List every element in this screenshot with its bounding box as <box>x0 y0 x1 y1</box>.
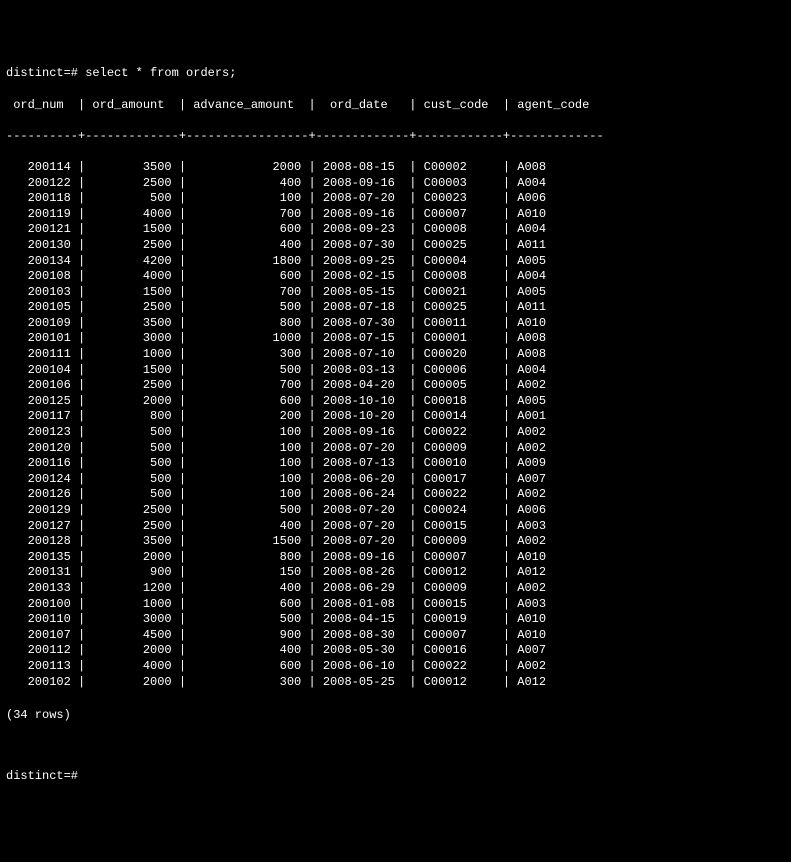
table-row: 200122 | 2500 | 400 | 2008-09-16 | C0000… <box>6 176 785 192</box>
table-row: 200124 | 500 | 100 | 2008-06-20 | C00017… <box>6 472 785 488</box>
table-row: 200110 | 3000 | 500 | 2008-04-15 | C0001… <box>6 612 785 628</box>
blank-line <box>6 739 785 753</box>
table-row: 200129 | 2500 | 500 | 2008-07-20 | C0002… <box>6 503 785 519</box>
table-row: 200119 | 4000 | 700 | 2008-09-16 | C0000… <box>6 207 785 223</box>
table-row: 200112 | 2000 | 400 | 2008-05-30 | C0001… <box>6 643 785 659</box>
table-row: 200100 | 1000 | 600 | 2008-01-08 | C0001… <box>6 597 785 613</box>
table-row: 200125 | 2000 | 600 | 2008-10-10 | C0001… <box>6 394 785 410</box>
table-row: 200104 | 1500 | 500 | 2008-03-13 | C0000… <box>6 363 785 379</box>
table-row: 200118 | 500 | 100 | 2008-07-20 | C00023… <box>6 191 785 207</box>
table-row: 200105 | 2500 | 500 | 2008-07-18 | C0002… <box>6 300 785 316</box>
table-row: 200121 | 1500 | 600 | 2008-09-23 | C0000… <box>6 222 785 238</box>
row-count: (34 rows) <box>6 708 785 724</box>
table-row: 200133 | 1200 | 400 | 2008-06-29 | C0000… <box>6 581 785 597</box>
table-row: 200123 | 500 | 100 | 2008-09-16 | C00022… <box>6 425 785 441</box>
table-separator-row: ----------+-------------+---------------… <box>6 129 785 145</box>
table-row: 200120 | 500 | 100 | 2008-07-20 | C00009… <box>6 441 785 457</box>
table-row: 200117 | 800 | 200 | 2008-10-20 | C00014… <box>6 409 785 425</box>
table-row: 200102 | 2000 | 300 | 2008-05-25 | C0001… <box>6 675 785 691</box>
table-row: 200126 | 500 | 100 | 2008-06-24 | C00022… <box>6 487 785 503</box>
table-row: 200101 | 3000 | 1000 | 2008-07-15 | C000… <box>6 331 785 347</box>
sql-prompt-ready[interactable]: distinct=# <box>6 769 785 785</box>
table-row: 200134 | 4200 | 1800 | 2008-09-25 | C000… <box>6 254 785 270</box>
sql-query: select * from orders; <box>85 66 236 80</box>
table-row: 200108 | 4000 | 600 | 2008-02-15 | C0000… <box>6 269 785 285</box>
table-row: 200103 | 1500 | 700 | 2008-05-15 | C0002… <box>6 285 785 301</box>
table-row: 200107 | 4500 | 900 | 2008-08-30 | C0000… <box>6 628 785 644</box>
table-row: 200127 | 2500 | 400 | 2008-07-20 | C0001… <box>6 519 785 535</box>
table-row: 200128 | 3500 | 1500 | 2008-07-20 | C000… <box>6 534 785 550</box>
table-row: 200130 | 2500 | 400 | 2008-07-30 | C0002… <box>6 238 785 254</box>
table-row: 200114 | 3500 | 2000 | 2008-08-15 | C000… <box>6 160 785 176</box>
sql-prompt-line: distinct=# select * from orders; <box>6 66 785 82</box>
table-body: 200114 | 3500 | 2000 | 2008-08-15 | C000… <box>6 160 785 690</box>
prompt-prefix: distinct=# <box>6 66 78 80</box>
table-row: 200109 | 3500 | 800 | 2008-07-30 | C0001… <box>6 316 785 332</box>
table-row: 200111 | 1000 | 300 | 2008-07-10 | C0002… <box>6 347 785 363</box>
table-header-row: ord_num | ord_amount | advance_amount | … <box>6 98 785 114</box>
table-row: 200135 | 2000 | 800 | 2008-09-16 | C0000… <box>6 550 785 566</box>
prompt-prefix: distinct=# <box>6 769 78 783</box>
table-row: 200106 | 2500 | 700 | 2008-04-20 | C0000… <box>6 378 785 394</box>
table-row: 200113 | 4000 | 600 | 2008-06-10 | C0002… <box>6 659 785 675</box>
table-row: 200131 | 900 | 150 | 2008-08-26 | C00012… <box>6 565 785 581</box>
table-row: 200116 | 500 | 100 | 2008-07-13 | C00010… <box>6 456 785 472</box>
